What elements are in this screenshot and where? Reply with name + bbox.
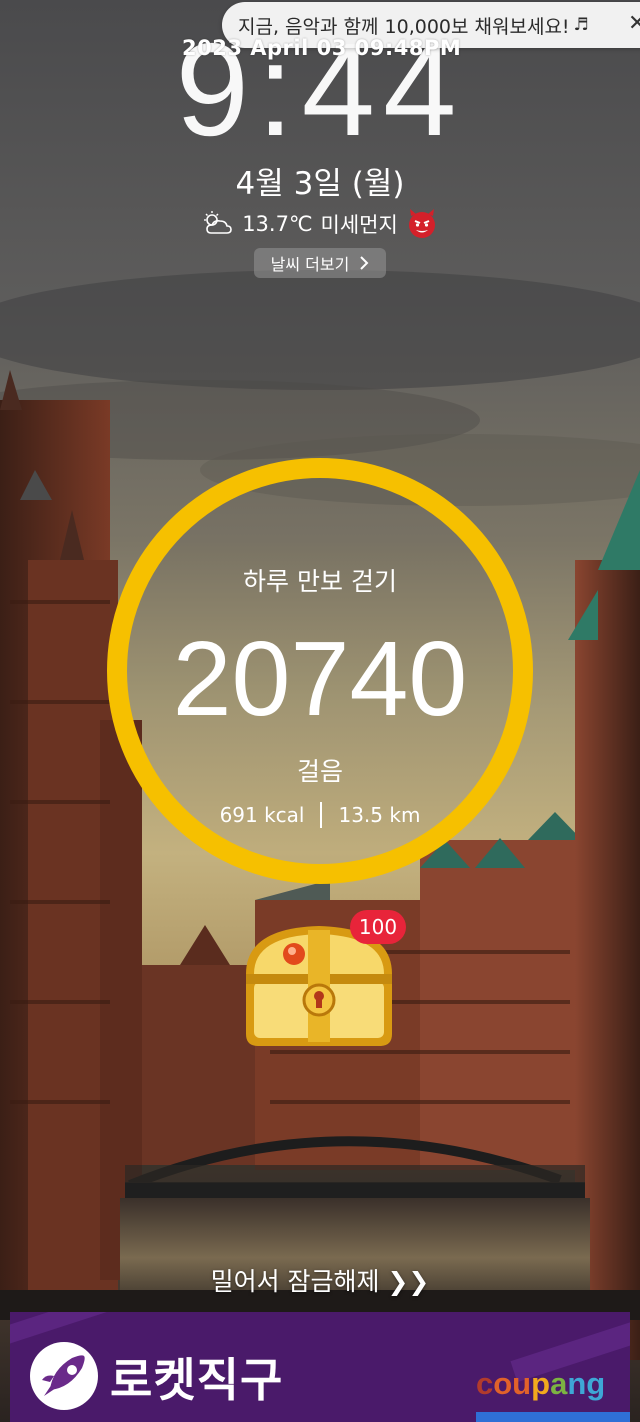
close-icon[interactable]: ✕ bbox=[628, 11, 640, 36]
notification-text: 지금, 음악과 함께 10,000보 채워보세요! bbox=[238, 15, 570, 38]
chevron-right-icon bbox=[360, 256, 369, 270]
rocket-logo-icon bbox=[30, 1342, 98, 1410]
weather-temperature: 13.7℃ bbox=[242, 212, 313, 236]
pedometer-title: 하루 만보 걷기 bbox=[243, 567, 397, 596]
stats-divider bbox=[320, 802, 323, 828]
step-count: 20740 bbox=[172, 620, 468, 738]
pedometer-stats: 691 kcal 13.5 km bbox=[0, 802, 640, 828]
music-note-icon: ♬ bbox=[573, 15, 589, 35]
coupang-logo: coupang bbox=[476, 1366, 606, 1401]
ad-title: 로켓직구 bbox=[110, 1353, 284, 1407]
weather-more-button[interactable]: 날씨 더보기 bbox=[254, 248, 386, 278]
angry-devil-face-icon bbox=[408, 209, 435, 238]
distance-value: 13.5 km bbox=[338, 803, 421, 827]
swipe-to-unlock[interactable]: 밀어서 잠금해제 ❯❯ bbox=[0, 1262, 640, 1298]
recording-timestamp-overlay: 2023 April 03 09:48PM bbox=[182, 36, 462, 60]
partly-cloudy-icon bbox=[204, 211, 232, 234]
lock-date: 4월 3일 (월) bbox=[235, 166, 405, 202]
fine-dust-label: 미세먼지 bbox=[320, 213, 398, 237]
ad-accent-bar bbox=[476, 1412, 630, 1422]
ad-banner[interactable]: 로켓직구 coupang bbox=[10, 1312, 630, 1422]
weather-more-label: 날씨 더보기 bbox=[270, 255, 350, 274]
reward-count-badge: 100 bbox=[350, 910, 406, 944]
calories-value: 691 kcal bbox=[219, 803, 305, 827]
step-unit-label: 걸음 bbox=[296, 757, 343, 786]
weather-row[interactable]: 13.7℃ 미세먼지 bbox=[0, 208, 640, 240]
